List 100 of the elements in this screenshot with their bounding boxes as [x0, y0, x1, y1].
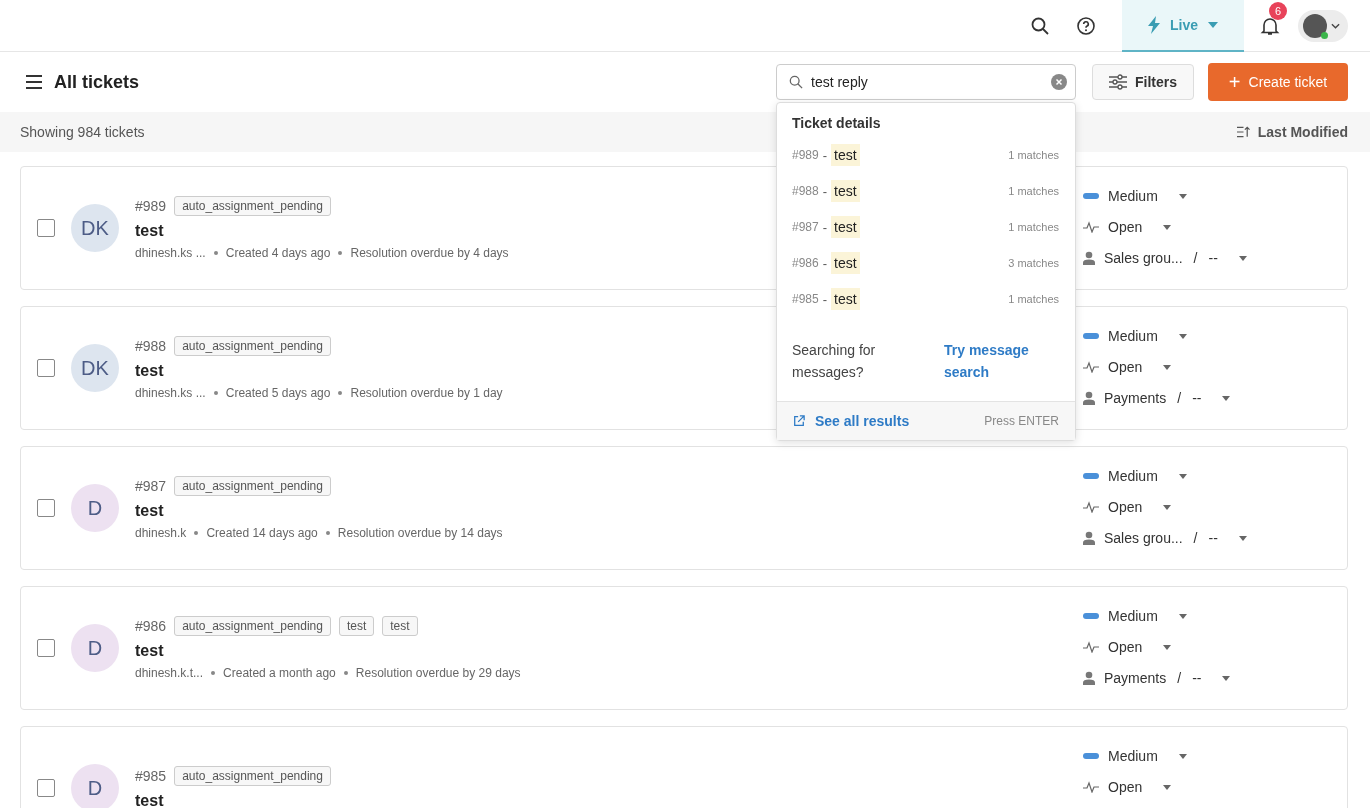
avatar: D [71, 484, 119, 532]
assignee-dropdown[interactable]: Sales grou... / -- [1083, 528, 1247, 548]
priority-icon [1083, 473, 1099, 479]
priority-icon [1083, 613, 1099, 619]
checkbox[interactable] [37, 219, 55, 237]
avatar: D [71, 624, 119, 672]
ticket-id: #986 [135, 618, 167, 634]
ticket-subject[interactable]: test [135, 642, 164, 660]
ticket-id: #985 [135, 768, 167, 784]
search-hint: Searching for messages? [792, 341, 877, 382]
separator-dot [325, 531, 330, 535]
caret-icon [1208, 21, 1218, 28]
message-search-link[interactable]: Try message search [944, 339, 1044, 383]
ticket-meta: dhinesh.ks ... [135, 246, 206, 260]
search-result[interactable]: #986 - test 3 matches [777, 245, 1075, 281]
pulse-icon [1083, 781, 1099, 793]
status-dropdown[interactable]: Open [1083, 777, 1172, 797]
keyboard-hint: Press ENTER [984, 414, 1059, 428]
person-icon [1083, 671, 1095, 685]
menu-icon[interactable] [26, 75, 42, 89]
search-icon[interactable] [1030, 15, 1050, 36]
status-dropdown[interactable]: Open [1083, 497, 1172, 517]
ticket-card[interactable]: D #987 auto_assignment_pending test dhinesh.k Created 14 days ago Resolution overdue by 14 days Medium Open Sales grou... / -- [20, 446, 1348, 570]
assignee-dropdown[interactable]: Sales grou... / -- [1083, 248, 1247, 268]
separator-dot [211, 671, 216, 675]
separator-dot [343, 671, 348, 675]
priority-dropdown[interactable]: Medium [1083, 186, 1187, 206]
sort-button[interactable]: Last Modified [1236, 124, 1348, 140]
person-icon [1083, 391, 1095, 405]
checkbox[interactable] [37, 359, 55, 377]
search-result[interactable]: #988 - test 1 matches [777, 173, 1075, 209]
profile-menu[interactable] [1298, 9, 1348, 42]
bell-icon[interactable] [1260, 15, 1280, 36]
ticket-meta: dhinesh.ks ... [135, 386, 206, 400]
search-result[interactable]: #987 - test 1 matches [777, 209, 1075, 245]
pulse-icon [1083, 501, 1099, 513]
tag: auto_assignment_pending [174, 616, 331, 636]
ticket-meta: Resolution overdue by 29 days [355, 666, 521, 680]
tag: auto_assignment_pending [174, 476, 331, 496]
chevron-icon [1331, 22, 1340, 29]
ticket-meta: dhinesh.k [135, 526, 187, 540]
ticket-count: Showing 984 tickets [20, 124, 145, 140]
dropdown-heading: Ticket details [791, 114, 882, 133]
page-title: All tickets [54, 71, 140, 93]
priority-icon [1083, 753, 1099, 759]
tag: auto_assignment_pending [174, 196, 331, 216]
avatar: DK [71, 204, 119, 252]
person-icon [1083, 531, 1095, 545]
priority-dropdown[interactable]: Medium [1083, 746, 1187, 766]
avatar: D [71, 764, 119, 808]
ticket-meta: Resolution overdue by 4 days [350, 246, 509, 260]
help-icon[interactable] [1076, 15, 1096, 36]
checkbox[interactable] [37, 639, 55, 657]
sort-icon [1236, 126, 1250, 138]
ticket-subject[interactable]: test [135, 362, 164, 380]
assignee-dropdown[interactable]: Payments / -- [1083, 668, 1231, 688]
status-dropdown[interactable]: Open [1083, 637, 1172, 657]
sliders-icon [1109, 74, 1127, 90]
ticket-meta: Created 14 days ago [206, 526, 318, 540]
status-dropdown[interactable]: Open [1083, 217, 1172, 237]
notification-badge: 6 [1269, 1, 1287, 20]
ticket-meta: Created 5 days ago [225, 386, 331, 400]
ticket-meta: Resolution overdue by 14 days [337, 526, 503, 540]
tag: auto_assignment_pending [174, 336, 331, 356]
ticket-meta: dhinesh.k.t... [135, 666, 204, 680]
ticket-card[interactable]: D #986 auto_assignment_pending test test test dhinesh.k.t... Created a month ago Resolution overdue by 29 days Medium Open Payments / -- [20, 586, 1348, 710]
search-box[interactable]: test reply [776, 64, 1076, 100]
assignee-dropdown[interactable]: Payments / -- [1083, 388, 1231, 408]
priority-icon [1083, 333, 1099, 339]
ticket-id: #988 [135, 338, 167, 354]
separator-dot [213, 391, 218, 395]
ticket-subject[interactable]: test [135, 222, 164, 240]
filters-button[interactable]: Filters [1092, 64, 1194, 100]
tag: test [382, 616, 418, 636]
priority-icon [1083, 193, 1099, 199]
ticket-id: #987 [135, 478, 167, 494]
separator-dot [213, 251, 218, 255]
ticket-card[interactable]: D #985 auto_assignment_pending test Medium Open [20, 726, 1348, 808]
avatar: DK [71, 344, 119, 392]
priority-dropdown[interactable]: Medium [1083, 466, 1187, 486]
priority-dropdown[interactable]: Medium [1083, 326, 1187, 346]
separator-dot [338, 251, 343, 255]
separator-dot [194, 531, 199, 535]
separator-dot [338, 391, 343, 395]
ticket-subject[interactable]: test [135, 792, 164, 808]
checkbox[interactable] [37, 779, 55, 797]
clear-icon[interactable] [1051, 74, 1067, 90]
ticket-meta: Created 4 days ago [225, 246, 331, 260]
pulse-icon [1083, 221, 1099, 233]
ticket-subject[interactable]: test [135, 502, 164, 520]
pulse-icon [1083, 361, 1099, 373]
status-dropdown[interactable]: Open [1083, 357, 1172, 377]
priority-dropdown[interactable]: Medium [1083, 606, 1187, 626]
ticket-id: #989 [135, 198, 167, 214]
avatar-icon [1303, 13, 1327, 38]
checkbox[interactable] [37, 499, 55, 517]
see-all-results-link[interactable]: See all results [815, 413, 910, 429]
ticket-meta: Resolution overdue by 1 day [350, 386, 503, 400]
tag: test [338, 616, 375, 636]
external-link-icon [793, 415, 805, 427]
